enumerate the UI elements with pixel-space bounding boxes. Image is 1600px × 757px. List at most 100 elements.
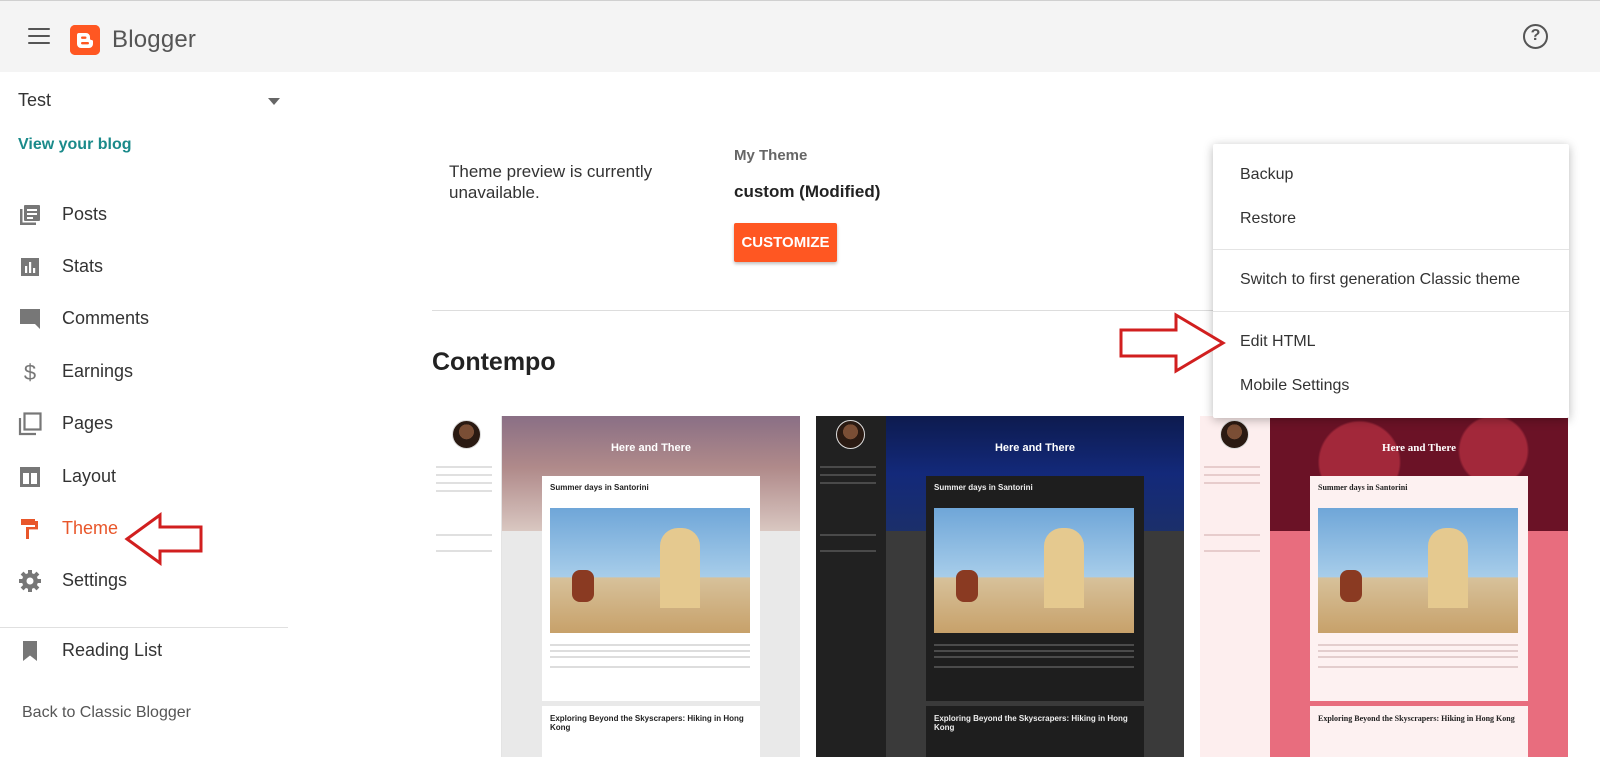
text-line (934, 656, 1134, 658)
text-line (436, 490, 492, 492)
sidebar-item-label: Pages (62, 413, 114, 433)
post-photo-pot (572, 570, 594, 602)
sidebar-divider (0, 627, 288, 628)
sidebar-item-label: Layout (62, 466, 117, 486)
text-line (1204, 482, 1260, 484)
post-photo-pot (1340, 570, 1362, 602)
sidebar-item-stats[interactable]: Stats (18, 249, 288, 285)
view-blog-link[interactable]: View your blog (18, 136, 132, 154)
sidebar-item-comments[interactable]: Comments (18, 301, 288, 337)
text-line (820, 474, 876, 476)
sidebar-item-label: Comments (62, 308, 150, 328)
back-to-classic-link[interactable]: Back to Classic Blogger (22, 704, 191, 722)
post-photo (934, 508, 1134, 633)
text-line (1318, 644, 1518, 646)
svg-text:$: $ (24, 360, 36, 384)
sidebar-item-reading-list[interactable]: Reading List (18, 633, 288, 669)
card-hero-title: Here and There (994, 442, 1076, 454)
text-line (436, 550, 492, 552)
card-post-2: Exploring Beyond the Skyscrapers: Hiking… (1310, 706, 1528, 757)
post-photo (550, 508, 750, 633)
card-post-2: Exploring Beyond the Skyscrapers: Hiking… (542, 706, 760, 757)
sidebar-item-earnings[interactable]: $ Earnings (18, 354, 288, 390)
text-line (1318, 656, 1518, 658)
section-title: Contempo (432, 348, 556, 376)
blogger-logo-icon (70, 25, 100, 55)
card-post: Summer days in Santorini (1310, 476, 1528, 701)
text-line (1204, 466, 1260, 468)
preview-unavailable-text: Theme preview is currently unavailable. (449, 162, 653, 202)
sidebar-item-label: Reading List (62, 640, 163, 660)
text-line (1318, 666, 1518, 668)
card-sidebar (816, 416, 886, 757)
card-post: Summer days in Santorini (926, 476, 1144, 701)
text-line (934, 666, 1134, 668)
top-app-bar: Blogger ? (0, 0, 1600, 72)
menu-item-edit-html[interactable]: Edit HTML (1213, 322, 1569, 362)
text-line (1204, 534, 1260, 536)
text-line (550, 666, 750, 668)
text-line (550, 656, 750, 658)
blog-name: Test (18, 90, 52, 110)
text-line (436, 466, 492, 468)
theme-name: custom (Modified) (734, 182, 881, 201)
card-hero-title: Here and There (610, 442, 692, 454)
theme-card-pink[interactable]: Here and There Summer days in Santorini … (1200, 416, 1568, 757)
card-post-title: Summer days in Santorini (550, 483, 649, 492)
theme-roller-icon (21, 519, 38, 539)
text-line (820, 534, 876, 536)
card-post-title: Summer days in Santorini (1318, 483, 1408, 492)
sidebar-item-label: Theme (62, 518, 119, 538)
help-icon[interactable]: ? (1523, 24, 1548, 49)
avatar (836, 420, 865, 449)
sidebar-item-label: Settings (62, 570, 128, 590)
theme-card-light[interactable]: Here and There Summer days in Santorini … (432, 416, 800, 757)
sidebar-item-posts[interactable]: Posts (18, 197, 288, 233)
post-photo-tower (1044, 528, 1084, 608)
text-line (1318, 650, 1518, 652)
post-photo-pot (956, 570, 978, 602)
text-line (820, 482, 876, 484)
avatar (1220, 420, 1249, 449)
card-sidebar (1200, 416, 1270, 757)
sidebar-item-layout[interactable]: Layout (18, 459, 288, 495)
menu-item-mobile-settings[interactable]: Mobile Settings (1213, 366, 1569, 406)
theme-actions-menu: Backup Restore Switch to first generatio… (1213, 144, 1569, 418)
layout-icon (20, 467, 40, 487)
dollar-icon: $ (24, 360, 36, 384)
text-line (436, 474, 492, 476)
text-line (934, 644, 1134, 646)
sidebar-item-settings[interactable]: Settings (18, 563, 288, 599)
menu-item-switch-classic[interactable]: Switch to first generation Classic theme (1213, 260, 1569, 300)
posts-icon (20, 205, 40, 225)
my-theme-label: My Theme (734, 147, 808, 164)
text-line (1204, 550, 1260, 552)
comments-icon (20, 309, 40, 329)
stats-icon (21, 258, 39, 276)
customize-button[interactable]: CUSTOMIZE (734, 223, 837, 262)
menu-item-restore[interactable]: Restore (1213, 199, 1569, 239)
text-line (436, 534, 492, 536)
menu-separator (1213, 311, 1569, 312)
annotation-arrow-left-icon (124, 512, 203, 566)
hamburger-menu-icon[interactable] (28, 28, 50, 46)
card-post-2-title: Exploring Beyond the Skyscrapers: Hiking… (1318, 714, 1515, 723)
card-hero-title: Here and There (1382, 442, 1456, 454)
text-line (820, 550, 876, 552)
card-post: Summer days in Santorini (542, 476, 760, 701)
pages-icon (18, 412, 42, 436)
sidebar-item-pages[interactable]: Pages (18, 406, 288, 442)
menu-item-backup[interactable]: Backup (1213, 155, 1569, 195)
text-line (934, 650, 1134, 652)
sidebar-item-label: Earnings (62, 361, 134, 381)
text-line (550, 650, 750, 652)
sidebar-item-label: Stats (62, 256, 104, 276)
app-name: Blogger (112, 26, 197, 53)
card-sidebar (432, 416, 502, 757)
blog-selector[interactable]: Test (18, 90, 280, 116)
theme-card-dark[interactable]: Here and There Summer days in Santorini … (816, 416, 1184, 757)
sidebar-item-label: Posts (62, 204, 108, 224)
text-line (1204, 474, 1260, 476)
text-line (436, 482, 492, 484)
text-line (820, 466, 876, 468)
